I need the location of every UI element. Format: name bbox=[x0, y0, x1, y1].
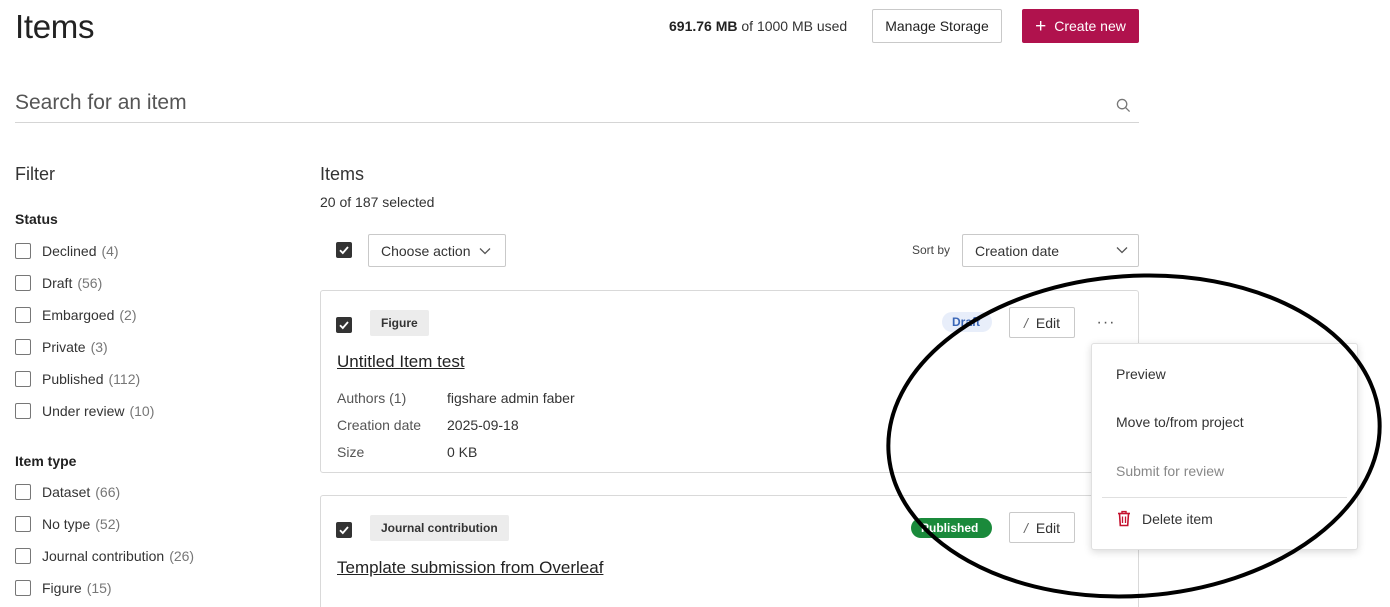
filter-item-under-review[interactable]: Under review (10) bbox=[15, 401, 154, 421]
item-checkbox[interactable] bbox=[336, 522, 352, 538]
meta-value: 2025-09-18 bbox=[447, 417, 519, 433]
meta-value: figshare admin faber bbox=[447, 390, 575, 406]
chevron-down-icon bbox=[1116, 247, 1128, 254]
storage-total: of 1000 MB used bbox=[741, 18, 848, 34]
filter-item-published[interactable]: Published (112) bbox=[15, 369, 140, 389]
filter-title: Filter bbox=[15, 164, 55, 184]
filter-item-count: (112) bbox=[108, 371, 141, 387]
search-bar bbox=[15, 86, 1139, 123]
manage-storage-button[interactable]: Manage Storage bbox=[872, 9, 1002, 43]
filter-item-label: Embargoed bbox=[42, 307, 115, 323]
edit-button[interactable]: / Edit bbox=[1009, 307, 1075, 338]
filter-item-label: Private bbox=[42, 339, 86, 355]
checkbox[interactable] bbox=[15, 484, 31, 500]
filter-item-figure[interactable]: Figure (15) bbox=[15, 578, 112, 598]
choose-action-label: Choose action bbox=[381, 242, 471, 259]
item-card: Figure Draft / Edit ··· Untitled Item te… bbox=[320, 290, 1139, 473]
filter-item-count: (52) bbox=[95, 516, 121, 532]
meta-label: Authors (1) bbox=[337, 390, 407, 406]
menu-item-delete[interactable]: Delete item bbox=[1116, 510, 1213, 527]
meta-value: 0 KB bbox=[447, 444, 478, 460]
pencil-icon: / bbox=[1023, 519, 1028, 536]
filter-group-status: Status bbox=[15, 211, 58, 227]
filter-item-count: (2) bbox=[119, 307, 137, 323]
status-badge: Draft bbox=[942, 312, 992, 332]
filter-item-label: Declined bbox=[42, 243, 97, 259]
filter-item-label: Journal contribution bbox=[42, 548, 165, 564]
menu-item-move-project[interactable]: Move to/from project bbox=[1116, 414, 1244, 430]
storage-usage: 691.76 MB of 1000 MB used bbox=[669, 18, 847, 34]
filter-item-count: (15) bbox=[86, 580, 112, 596]
create-new-button[interactable]: + Create new bbox=[1022, 9, 1139, 43]
item-title-link[interactable]: Template submission from Overleaf bbox=[337, 558, 603, 578]
checkbox[interactable] bbox=[15, 339, 31, 355]
filter-item-label: Dataset bbox=[42, 484, 91, 500]
delete-label: Delete item bbox=[1142, 510, 1213, 527]
sort-value: Creation date bbox=[975, 242, 1060, 259]
filter-item-count: (56) bbox=[77, 275, 103, 291]
filter-item-no-type[interactable]: No type (52) bbox=[15, 514, 120, 534]
check-icon bbox=[339, 526, 349, 535]
filter-item-label: No type bbox=[42, 516, 91, 532]
filter-item-label: Under review bbox=[42, 403, 125, 419]
filter-item-label: Figure bbox=[42, 580, 82, 596]
edit-label: Edit bbox=[1035, 519, 1060, 536]
filter-item-label: Published bbox=[42, 371, 104, 387]
checkbox[interactable] bbox=[15, 275, 31, 291]
filter-item-count: (3) bbox=[90, 339, 108, 355]
meta-label: Creation date bbox=[337, 417, 422, 433]
selected-count: 20 of 187 selected bbox=[320, 194, 435, 210]
item-type-badge: Journal contribution bbox=[370, 515, 509, 541]
check-icon bbox=[339, 246, 349, 255]
sort-select[interactable]: Creation date bbox=[962, 234, 1139, 267]
storage-used: 691.76 MB bbox=[669, 18, 738, 34]
item-type-badge: Figure bbox=[370, 310, 429, 336]
search-icon[interactable] bbox=[1116, 98, 1131, 113]
item-checkbox[interactable] bbox=[336, 317, 352, 333]
filter-item-private[interactable]: Private (3) bbox=[15, 337, 108, 357]
search-input[interactable] bbox=[15, 86, 1095, 120]
item-card: Journal contribution Published / Edit Te… bbox=[320, 495, 1139, 607]
item-actions-menu: Preview Move to/from project Submit for … bbox=[1091, 343, 1358, 550]
filter-item-count: (26) bbox=[169, 548, 195, 564]
filter-item-dataset[interactable]: Dataset (66) bbox=[15, 482, 120, 502]
check-icon bbox=[339, 321, 349, 330]
more-options-button[interactable]: ··· bbox=[1091, 313, 1121, 333]
filter-item-count: (10) bbox=[129, 403, 155, 419]
checkbox[interactable] bbox=[15, 371, 31, 387]
menu-item-submit-review[interactable]: Submit for review bbox=[1116, 463, 1224, 479]
chevron-down-icon bbox=[479, 247, 490, 254]
filter-group-item-type: Item type bbox=[15, 453, 77, 469]
meta-label: Size bbox=[337, 444, 365, 460]
plus-icon: + bbox=[1035, 15, 1047, 37]
pencil-icon: / bbox=[1023, 314, 1028, 331]
page-title: Items bbox=[15, 8, 95, 45]
checkbox[interactable] bbox=[15, 403, 31, 419]
create-new-label: Create new bbox=[1054, 18, 1126, 34]
checkbox[interactable] bbox=[15, 307, 31, 323]
filter-item-draft[interactable]: Draft (56) bbox=[15, 273, 102, 293]
filter-item-label: Draft bbox=[42, 275, 73, 291]
edit-button[interactable]: / Edit bbox=[1009, 512, 1075, 543]
menu-item-preview[interactable]: Preview bbox=[1116, 366, 1166, 382]
filter-item-count: (4) bbox=[101, 243, 119, 259]
filter-item-embargoed[interactable]: Embargoed (2) bbox=[15, 305, 137, 325]
item-title-link[interactable]: Untitled Item test bbox=[337, 352, 465, 372]
items-title: Items bbox=[320, 164, 365, 184]
select-all-checkbox[interactable] bbox=[336, 242, 352, 258]
menu-divider bbox=[1102, 497, 1347, 498]
checkbox[interactable] bbox=[15, 243, 31, 259]
checkbox[interactable] bbox=[15, 580, 31, 596]
status-badge: Published bbox=[911, 518, 992, 538]
filter-item-count: (66) bbox=[95, 484, 121, 500]
sort-by-label: Sort by bbox=[912, 243, 951, 257]
checkbox[interactable] bbox=[15, 516, 31, 532]
checkbox[interactable] bbox=[15, 548, 31, 564]
filter-item-declined[interactable]: Declined (4) bbox=[15, 241, 119, 261]
filter-item-journal-contribution[interactable]: Journal contribution (26) bbox=[15, 546, 194, 566]
edit-label: Edit bbox=[1035, 314, 1060, 331]
choose-action-select[interactable]: Choose action bbox=[368, 234, 506, 267]
trash-icon bbox=[1118, 510, 1130, 527]
